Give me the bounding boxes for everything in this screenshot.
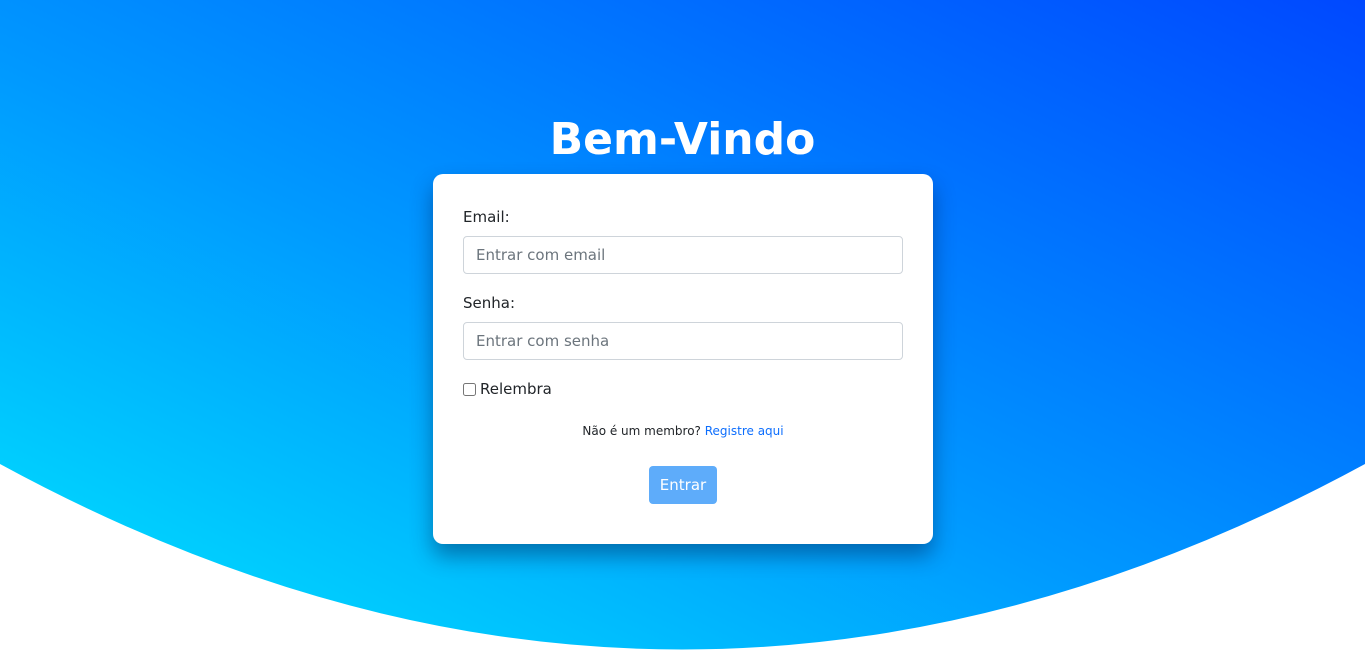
login-card: Email: Senha: Relembra Não é um membro? … (433, 174, 933, 544)
remember-label: Relembra (480, 380, 552, 398)
remember-checkbox[interactable] (463, 382, 476, 396)
email-field[interactable] (463, 236, 903, 274)
login-button[interactable]: Entrar (649, 466, 717, 504)
remember-row: Relembra (463, 379, 552, 399)
password-field[interactable] (463, 322, 903, 360)
register-prompt: Não é um membro? Registre aqui (433, 422, 933, 440)
login-page: Bem-Vindo Email: Senha: Relembra Não é u… (0, 0, 1365, 654)
register-link[interactable]: Registre aqui (705, 424, 784, 438)
page-title: Bem-Vindo (549, 114, 816, 165)
email-label: Email: (463, 208, 510, 226)
password-label: Senha: (463, 294, 516, 312)
not-member-text: Não é um membro? (582, 424, 701, 438)
